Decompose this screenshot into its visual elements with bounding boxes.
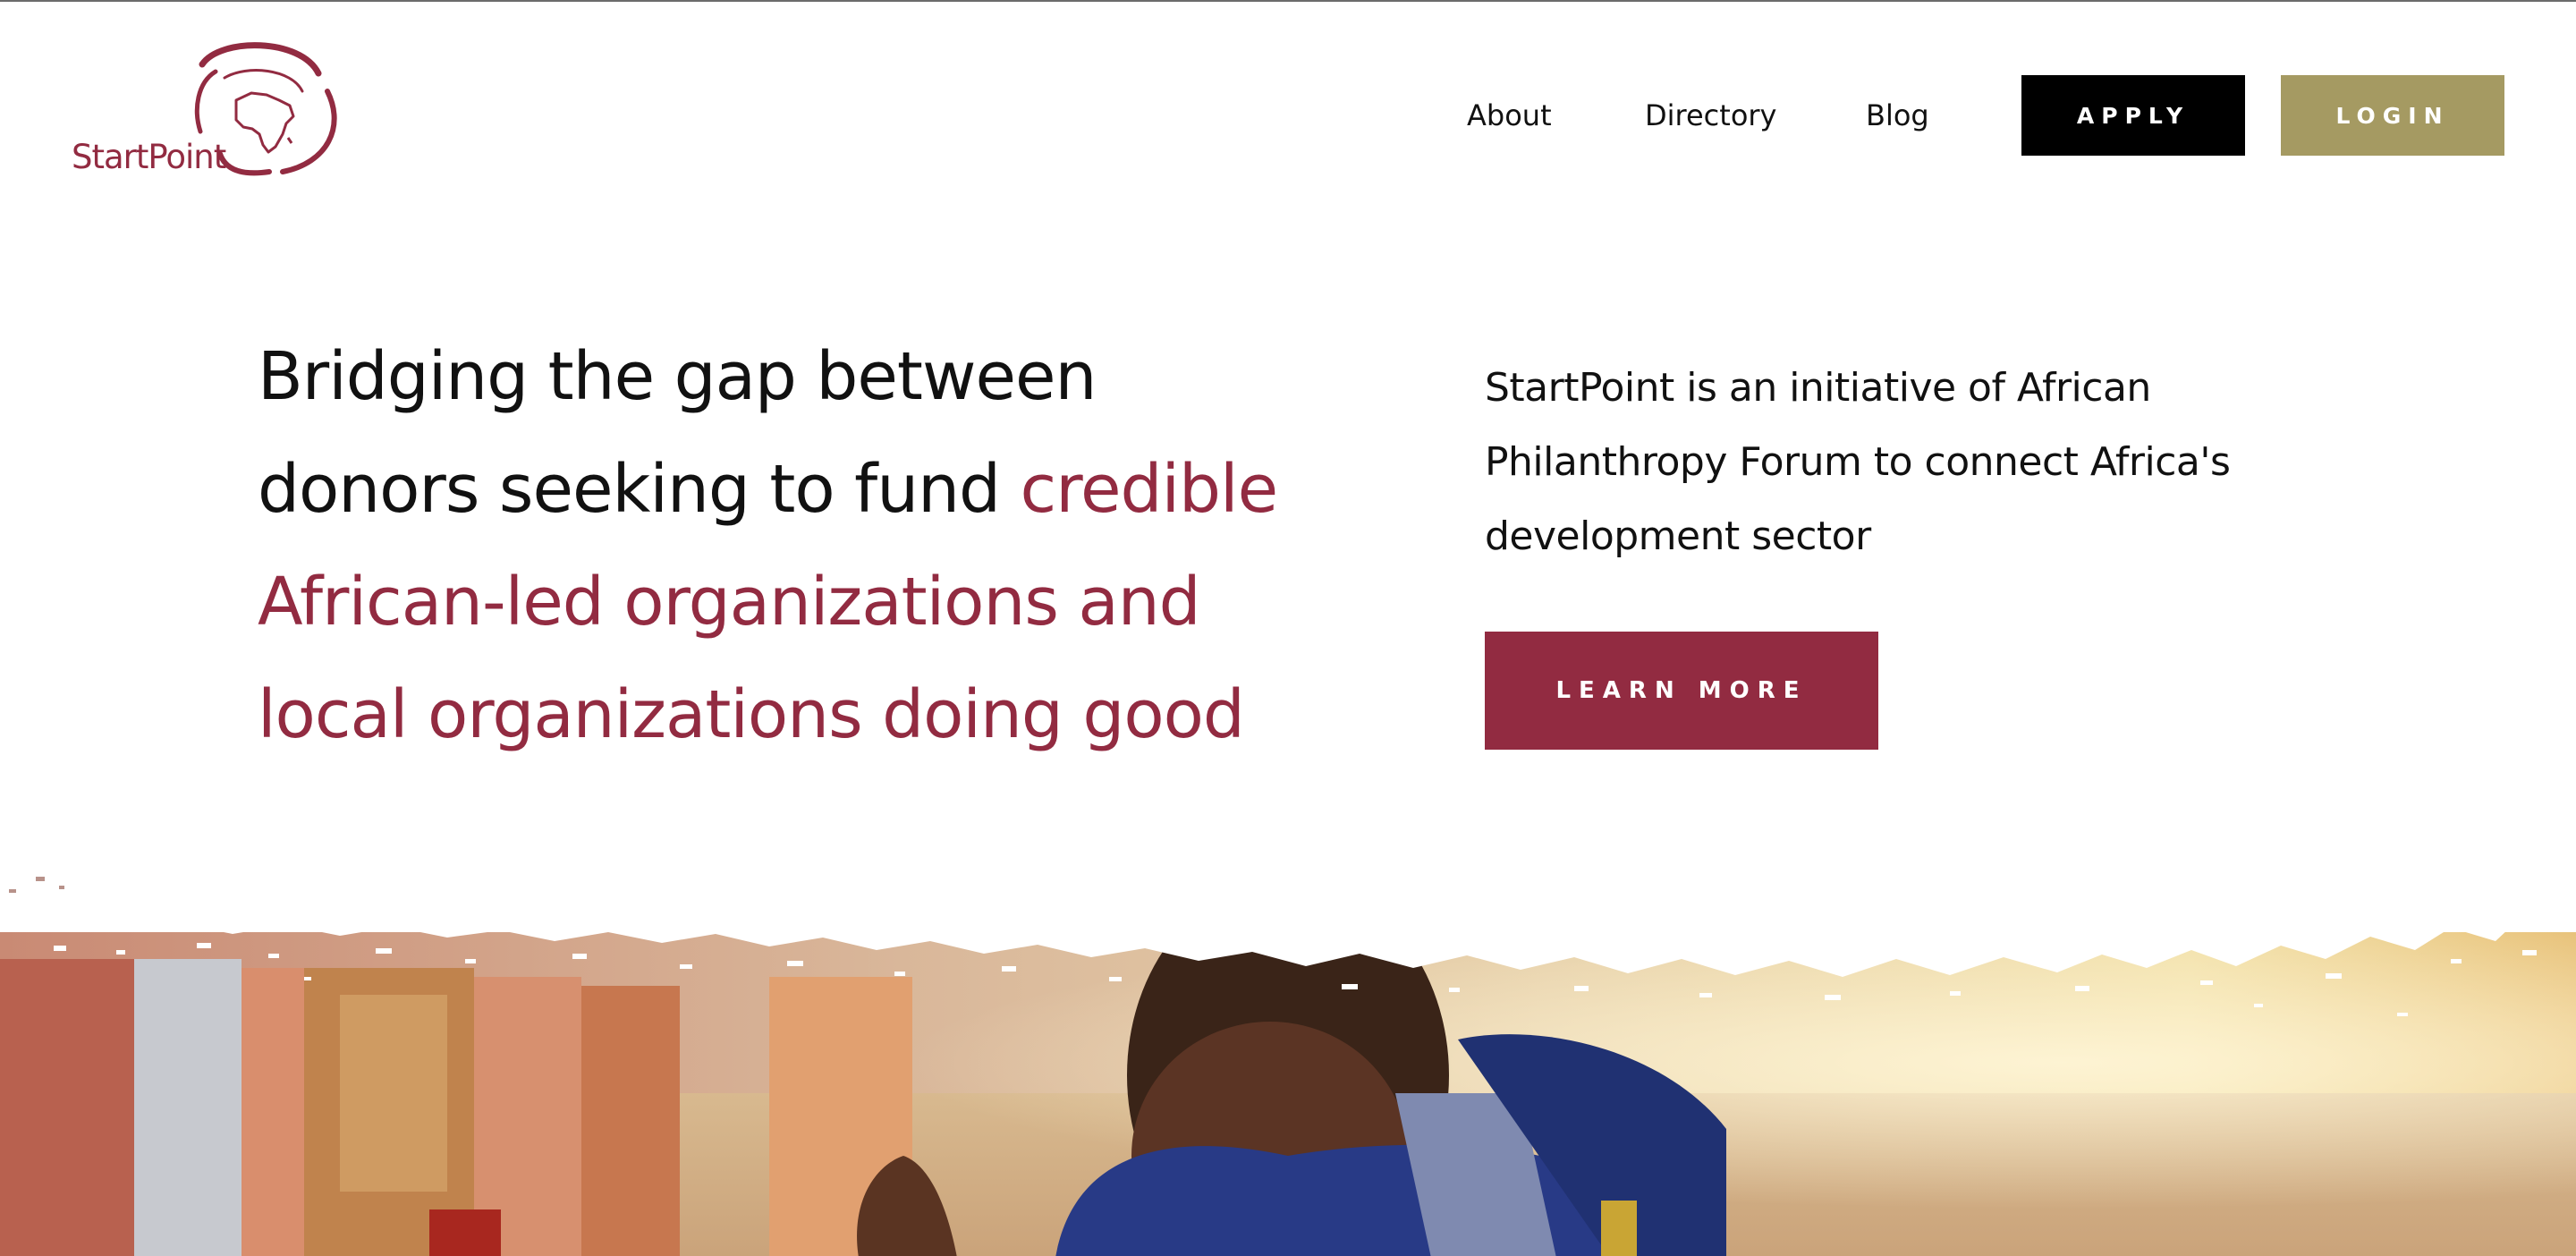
- hero-intro: StartPoint is an initiative of African P…: [1485, 351, 2290, 573]
- nav-link-about[interactable]: About: [1467, 98, 1552, 132]
- headline-line-2-accent: credible: [1020, 451, 1279, 528]
- hero-photo-woman-smiling-icon: [0, 861, 2576, 1256]
- intro-line-2: Philanthropy Forum to connect Africa's: [1485, 439, 2231, 485]
- intro-line-1: StartPoint is an initiative of African: [1485, 365, 2151, 411]
- main-nav: About Directory Blog APPLY LOGIN: [0, 75, 2576, 157]
- intro-line-3: development sector: [1485, 513, 1871, 559]
- hero-headline: Bridging the gap between donors seeking …: [258, 320, 1331, 771]
- apply-button[interactable]: APPLY: [2021, 75, 2245, 156]
- headline-line-1: Bridging the gap between: [258, 338, 1097, 415]
- hero-photo: [0, 861, 2576, 1256]
- learn-more-button[interactable]: LEARN MORE: [1485, 632, 1878, 750]
- nav-link-blog[interactable]: Blog: [1866, 98, 1929, 132]
- page: StartPoint About Directory Blog APPLY LO…: [0, 0, 2576, 1256]
- login-button[interactable]: LOGIN: [2281, 75, 2504, 156]
- headline-line-3: African-led organizations and: [258, 564, 1201, 641]
- nav-link-directory[interactable]: Directory: [1645, 98, 1776, 132]
- headline-line-4: local organizations doing good: [258, 676, 1245, 753]
- headline-line-2-plain: donors seeking to fund: [258, 451, 1001, 528]
